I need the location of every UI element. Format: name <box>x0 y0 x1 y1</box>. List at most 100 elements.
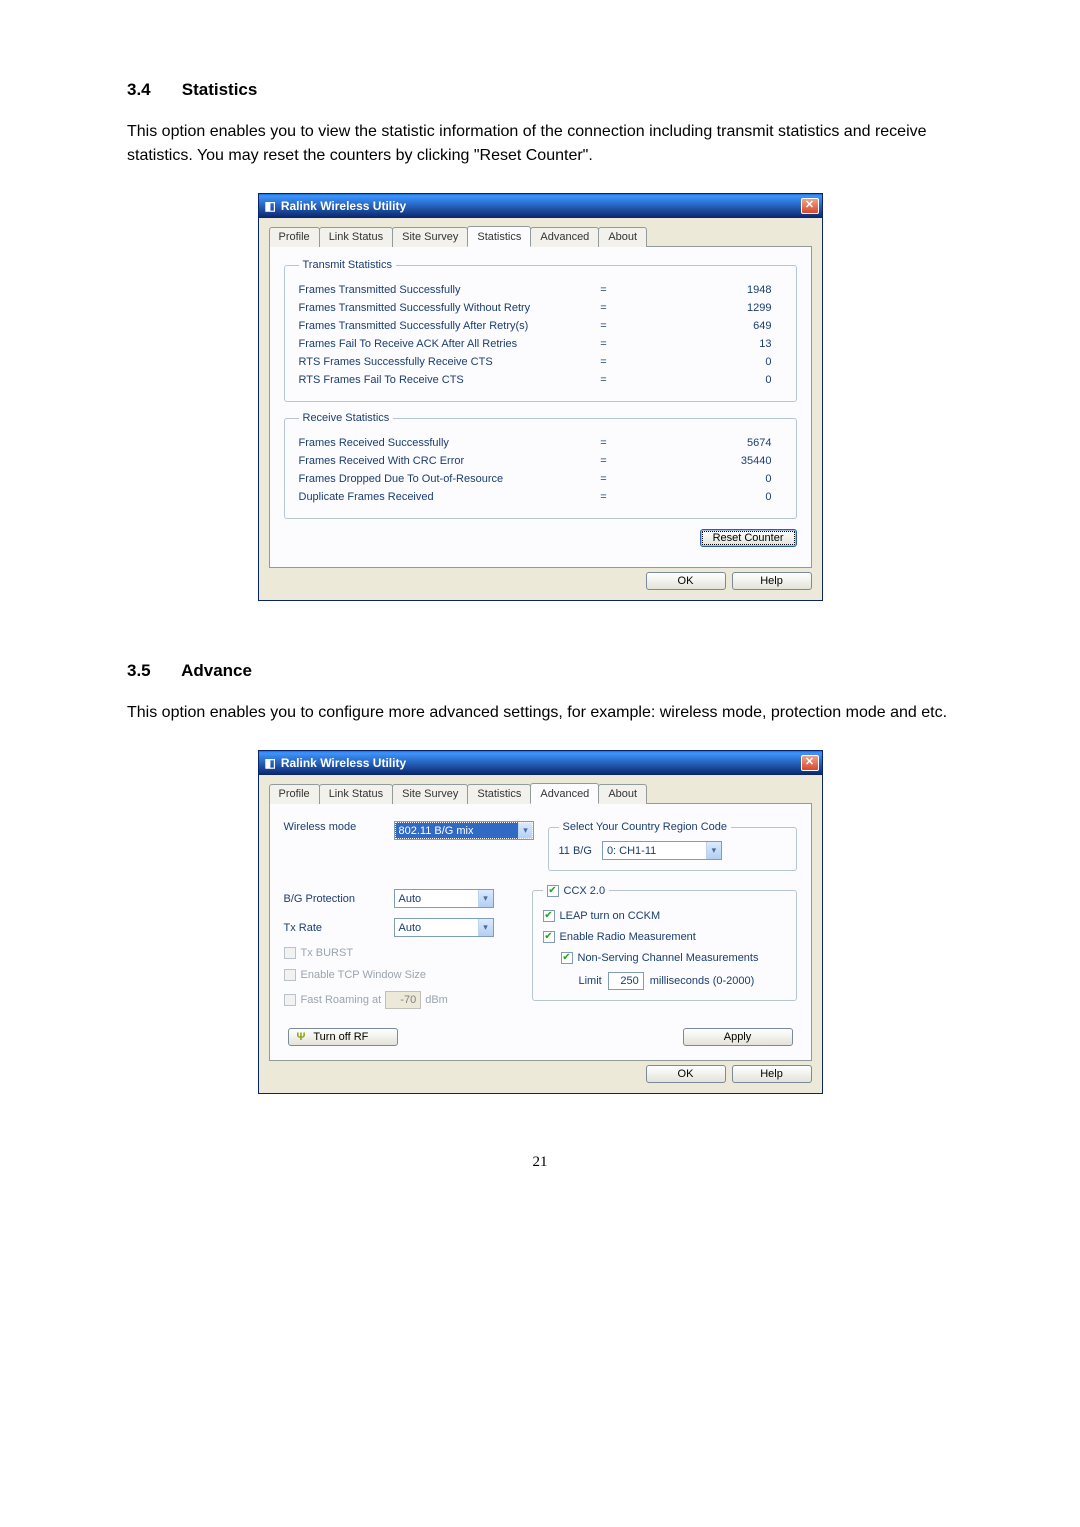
tab-statistics[interactable]: Statistics <box>467 784 531 804</box>
app-icon: ◧ <box>265 756 276 770</box>
fast-roaming-input[interactable]: -70 <box>385 991 421 1009</box>
checkbox-box-icon <box>284 947 296 959</box>
stat-value: 649 <box>619 320 782 332</box>
chevron-down-icon: ▾ <box>518 822 533 839</box>
section-paragraph-advance: This option enables you to configure mor… <box>127 701 953 725</box>
tab-about[interactable]: About <box>598 227 647 247</box>
chevron-down-icon: ▾ <box>706 842 721 859</box>
tx-burst-checkbox[interactable]: Tx BURST <box>284 947 354 959</box>
limit-unit: milliseconds (0-2000) <box>650 975 755 987</box>
ccx-checkbox[interactable]: ✔ CCX 2.0 <box>547 885 606 897</box>
stat-value: 35440 <box>619 455 782 467</box>
stat-row: Frames Transmitted Successfully Without … <box>299 299 782 317</box>
section-heading-statistics: 3.4 Statistics <box>127 80 953 100</box>
tcp-window-checkbox[interactable]: Enable TCP Window Size <box>284 969 427 981</box>
section-heading-advance: 3.5 Advance <box>127 661 953 681</box>
country-region-select[interactable]: 0: CH1-11 ▾ <box>602 841 722 860</box>
country-region-group: Select Your Country Region Code 11 B/G 0… <box>548 821 797 871</box>
stat-label: Frames Received Successfully <box>299 437 589 449</box>
window-title: Ralink Wireless Utility <box>281 756 406 770</box>
equals-sign: = <box>589 302 619 314</box>
tab-link-status[interactable]: Link Status <box>319 784 393 804</box>
antenna-icon: Ψ <box>297 1031 311 1043</box>
bg-protection-label: B/G Protection <box>284 893 394 905</box>
country-band-label: 11 B/G <box>559 845 592 857</box>
tx-rate-value: Auto <box>399 922 422 934</box>
ok-button[interactable]: OK <box>646 572 726 590</box>
leap-checkbox[interactable]: ✔ LEAP turn on CCKM <box>543 910 661 922</box>
ok-button[interactable]: OK <box>646 1065 726 1083</box>
stat-value: 5674 <box>619 437 782 449</box>
section-number: 3.5 <box>127 661 177 681</box>
checkbox-box-icon: ✔ <box>543 931 555 943</box>
equals-sign: = <box>589 455 619 467</box>
stat-label: RTS Frames Fail To Receive CTS <box>299 374 589 386</box>
stat-value: 0 <box>619 374 782 386</box>
equals-sign: = <box>589 491 619 503</box>
tab-link-status[interactable]: Link Status <box>319 227 393 247</box>
stat-label: Frames Transmitted Successfully After Re… <box>299 320 589 332</box>
stat-label: Frames Dropped Due To Out-of-Resource <box>299 473 589 485</box>
tcp-window-label: Enable TCP Window Size <box>301 969 427 981</box>
receive-group: Receive Statistics Frames Received Succe… <box>284 412 797 519</box>
turn-off-rf-button[interactable]: Ψ Turn off RF <box>288 1028 398 1046</box>
tab-advanced[interactable]: Advanced <box>530 227 599 247</box>
wireless-mode-select[interactable]: 802.11 B/G mix ▾ <box>394 821 534 840</box>
fast-roaming-unit: dBm <box>425 994 448 1006</box>
equals-sign: = <box>589 437 619 449</box>
checkbox-box-icon: ✔ <box>543 910 555 922</box>
equals-sign: = <box>589 338 619 350</box>
leap-label: LEAP turn on CCKM <box>560 910 661 922</box>
tab-statistics[interactable]: Statistics <box>467 226 531 247</box>
stat-row: Frames Transmitted Successfully = 1948 <box>299 281 782 299</box>
tab-profile[interactable]: Profile <box>269 227 320 247</box>
stat-row: Frames Transmitted Successfully After Re… <box>299 317 782 335</box>
receive-legend: Receive Statistics <box>299 412 394 424</box>
statistics-panel: Transmit Statistics Frames Transmitted S… <box>269 246 812 568</box>
close-icon[interactable]: ✕ <box>801 198 819 214</box>
country-region-value: 0: CH1-11 <box>607 845 656 857</box>
stat-row: Frames Received With CRC Error = 35440 <box>299 452 782 470</box>
stat-row: RTS Frames Fail To Receive CTS = 0 <box>299 371 782 389</box>
stat-value: 1299 <box>619 302 782 314</box>
page-number: 21 <box>127 1154 953 1171</box>
stat-row: RTS Frames Successfully Receive CTS = 0 <box>299 353 782 371</box>
transmit-legend: Transmit Statistics <box>299 259 396 271</box>
checkbox-box-icon <box>284 994 296 1006</box>
titlebar: ◧ Ralink Wireless Utility ✕ <box>259 751 822 775</box>
section-number: 3.4 <box>127 80 177 100</box>
radio-measurement-label: Enable Radio Measurement <box>560 931 696 943</box>
fast-roaming-checkbox[interactable]: Fast Roaming at <box>284 994 382 1006</box>
tab-about[interactable]: About <box>598 784 647 804</box>
reset-counter-button[interactable]: Reset Counter <box>700 529 797 547</box>
help-button[interactable]: Help <box>732 572 812 590</box>
stat-label: RTS Frames Successfully Receive CTS <box>299 356 589 368</box>
stat-label: Frames Transmitted Successfully <box>299 284 589 296</box>
tab-advanced[interactable]: Advanced <box>530 783 599 804</box>
non-serving-checkbox[interactable]: ✔ Non-Serving Channel Measurements <box>561 952 759 964</box>
checkbox-box-icon <box>284 969 296 981</box>
tx-rate-select[interactable]: Auto ▾ <box>394 918 494 937</box>
tab-site-survey[interactable]: Site Survey <box>392 784 468 804</box>
section-paragraph-statistics: This option enables you to view the stat… <box>127 120 953 168</box>
bg-protection-value: Auto <box>399 893 422 905</box>
tab-profile[interactable]: Profile <box>269 784 320 804</box>
tab-strip: Profile Link Status Site Survey Statisti… <box>269 784 812 804</box>
stat-row: Frames Dropped Due To Out-of-Resource = … <box>299 470 782 488</box>
statistics-dialog: ◧ Ralink Wireless Utility ✕ Profile Link… <box>258 193 823 601</box>
equals-sign: = <box>589 473 619 485</box>
fast-roaming-label: Fast Roaming at <box>301 994 382 1006</box>
stat-row: Frames Fail To Receive ACK After All Ret… <box>299 335 782 353</box>
equals-sign: = <box>589 320 619 332</box>
tab-site-survey[interactable]: Site Survey <box>392 227 468 247</box>
ccx-legend: CCX 2.0 <box>564 885 606 897</box>
tx-burst-label: Tx BURST <box>301 947 354 959</box>
radio-measurement-checkbox[interactable]: ✔ Enable Radio Measurement <box>543 931 696 943</box>
limit-input[interactable]: 250 <box>608 972 644 990</box>
app-icon: ◧ <box>265 199 276 213</box>
help-button[interactable]: Help <box>732 1065 812 1083</box>
bg-protection-select[interactable]: Auto ▾ <box>394 889 494 908</box>
close-icon[interactable]: ✕ <box>801 755 819 771</box>
stat-value: 0 <box>619 491 782 503</box>
apply-button[interactable]: Apply <box>683 1028 793 1046</box>
